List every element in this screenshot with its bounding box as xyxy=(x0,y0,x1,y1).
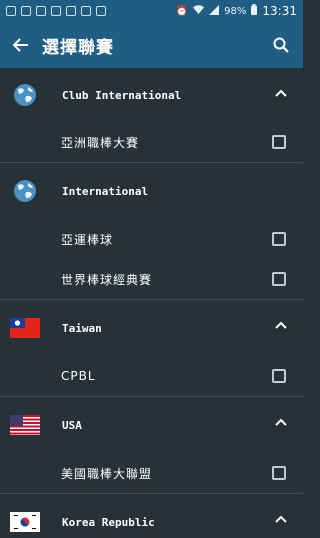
group-title: International xyxy=(62,184,149,198)
globe-icon xyxy=(14,180,36,202)
arrow-left-icon xyxy=(13,38,28,52)
status-bar: ⏰ 98% 13:31 xyxy=(0,0,303,22)
group-header-international[interactable]: International xyxy=(0,163,303,219)
notification-icon xyxy=(21,6,31,16)
battery-percent: 98% xyxy=(224,5,247,17)
checkbox[interactable] xyxy=(272,135,286,149)
item-label: 世界棒球經典賽 xyxy=(61,272,153,287)
list-item[interactable]: 美國職棒大聯盟 xyxy=(0,453,303,493)
group-title: Club International xyxy=(62,88,182,102)
item-label: 亞運棒球 xyxy=(61,232,114,247)
group-header-usa[interactable]: USA xyxy=(0,397,303,453)
list-item[interactable]: 亞運棒球 xyxy=(0,219,303,259)
app-bar: 選擇聯賽 xyxy=(0,22,303,68)
usa-flag-icon xyxy=(10,415,40,435)
taiwan-flag-icon xyxy=(10,318,40,338)
item-label: 亞洲職棒大賽 xyxy=(61,135,140,150)
item-label: CPBL xyxy=(61,369,96,383)
search-button[interactable] xyxy=(259,22,303,68)
league-group: International 亞運棒球 世界棒球經典賽 xyxy=(0,163,303,300)
list-item[interactable]: CPBL xyxy=(0,356,303,396)
league-list: Club International 亞洲職棒大賽 International xyxy=(0,68,303,538)
chevron-up-icon xyxy=(275,321,287,329)
back-button[interactable] xyxy=(0,22,42,68)
battery-icon xyxy=(251,4,258,18)
league-group: Korea Republic xyxy=(0,494,303,538)
notification-icon xyxy=(6,6,16,16)
notification-icon xyxy=(66,6,76,16)
notification-icon xyxy=(36,6,46,16)
group-title: Taiwan xyxy=(62,321,102,335)
group-title: Korea Republic xyxy=(62,515,155,529)
signal-icon xyxy=(209,4,220,18)
notification-icon xyxy=(96,6,106,16)
alarm-icon: ⏰ xyxy=(175,5,189,17)
checkbox[interactable] xyxy=(272,272,286,286)
page-title: 選擇聯賽 xyxy=(42,37,114,58)
checkbox[interactable] xyxy=(272,369,286,383)
group-header-taiwan[interactable]: Taiwan xyxy=(0,300,303,356)
league-group: USA 美國職棒大聯盟 xyxy=(0,397,303,494)
globe-icon xyxy=(14,84,36,106)
notification-icon xyxy=(51,6,61,16)
clock: 13:31 xyxy=(262,4,297,18)
wifi-icon xyxy=(193,4,205,18)
korea-flag-icon xyxy=(10,512,40,532)
checkbox[interactable] xyxy=(272,466,286,480)
chevron-up-icon xyxy=(275,515,287,523)
league-group: Taiwan CPBL xyxy=(0,300,303,397)
item-label: 美國職棒大聯盟 xyxy=(61,466,153,481)
chevron-up-icon xyxy=(275,89,287,97)
notification-icons xyxy=(6,6,106,16)
group-header-korea-republic[interactable]: Korea Republic xyxy=(0,494,303,538)
list-item[interactable]: 亞洲職棒大賽 xyxy=(0,122,303,162)
group-header-club-international[interactable]: Club International xyxy=(0,68,303,122)
list-item[interactable]: 世界棒球經典賽 xyxy=(0,259,303,299)
checkbox[interactable] xyxy=(272,232,286,246)
notification-icon xyxy=(81,6,91,16)
search-icon xyxy=(273,37,289,53)
league-group: Club International 亞洲職棒大賽 xyxy=(0,68,303,163)
group-title: USA xyxy=(62,418,82,432)
chevron-up-icon xyxy=(275,418,287,426)
